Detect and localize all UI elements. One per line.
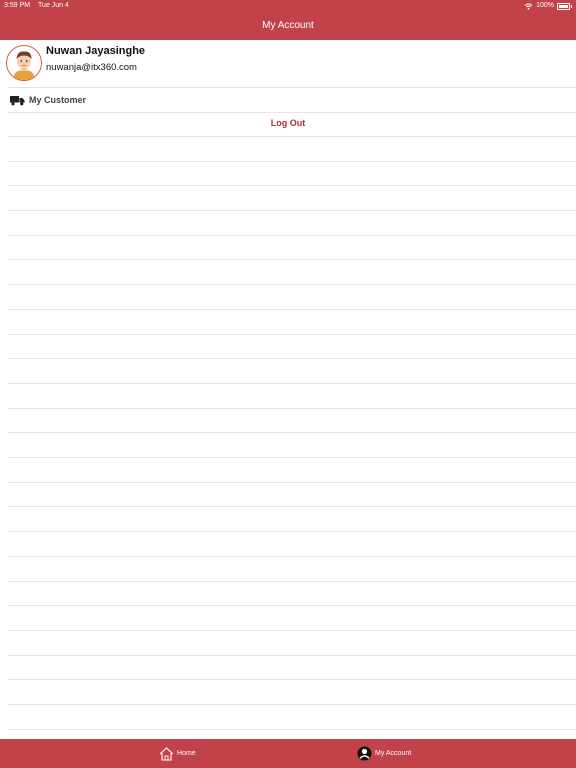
logout-button[interactable]: Log Out <box>0 118 576 128</box>
empty-row-divider <box>8 556 576 557</box>
empty-row-divider <box>8 185 576 186</box>
empty-row-divider <box>8 581 576 582</box>
divider <box>8 112 576 113</box>
profile-email: nuwanja@itx360.com <box>46 62 137 73</box>
profile-header: Nuwan Jayasinghe nuwanja@itx360.com <box>6 45 570 85</box>
empty-row-divider <box>8 605 576 606</box>
empty-row-divider <box>8 531 576 532</box>
tab-my-account-label: My Account <box>375 750 412 757</box>
divider <box>8 87 576 88</box>
empty-row-divider <box>8 679 576 680</box>
wifi-icon <box>524 2 533 10</box>
empty-row-divider <box>8 161 576 162</box>
empty-row-divider <box>8 284 576 285</box>
empty-row-divider <box>8 309 576 310</box>
empty-row-divider <box>8 334 576 335</box>
empty-row-divider <box>8 136 576 137</box>
profile-name: Nuwan Jayasinghe <box>46 45 146 57</box>
empty-row-divider <box>8 729 576 730</box>
empty-row-divider <box>8 432 576 433</box>
empty-row-divider <box>8 358 576 359</box>
avatar <box>6 45 42 81</box>
empty-row-divider <box>8 704 576 705</box>
status-time: 3:59 PM <box>4 2 31 9</box>
truck-icon <box>10 95 25 105</box>
empty-row-divider <box>8 482 576 483</box>
tab-bar: Home My Account <box>0 739 576 768</box>
my-customer-item[interactable]: My Customer <box>10 92 570 108</box>
battery-percent: 100% <box>536 2 554 9</box>
page-title: My Account <box>0 12 576 40</box>
empty-row-divider <box>8 235 576 236</box>
empty-row-divider <box>8 259 576 260</box>
empty-row-divider <box>8 506 576 507</box>
empty-row-divider <box>8 210 576 211</box>
battery-icon <box>557 2 572 10</box>
my-customer-label: My Customer <box>29 95 87 105</box>
status-bar: 3:59 PM Tue Jun 4 100% <box>0 0 576 12</box>
status-date: Tue Jun 4 <box>38 2 69 9</box>
empty-row-divider <box>8 408 576 409</box>
empty-row-divider <box>8 457 576 458</box>
home-icon <box>159 746 174 761</box>
tab-home[interactable]: Home <box>159 739 196 768</box>
empty-row-divider <box>8 655 576 656</box>
empty-row-divider <box>8 630 576 631</box>
user-circle-icon <box>357 746 372 761</box>
tab-my-account[interactable]: My Account <box>357 739 411 768</box>
empty-row-divider <box>8 383 576 384</box>
tab-home-label: Home <box>177 750 196 757</box>
